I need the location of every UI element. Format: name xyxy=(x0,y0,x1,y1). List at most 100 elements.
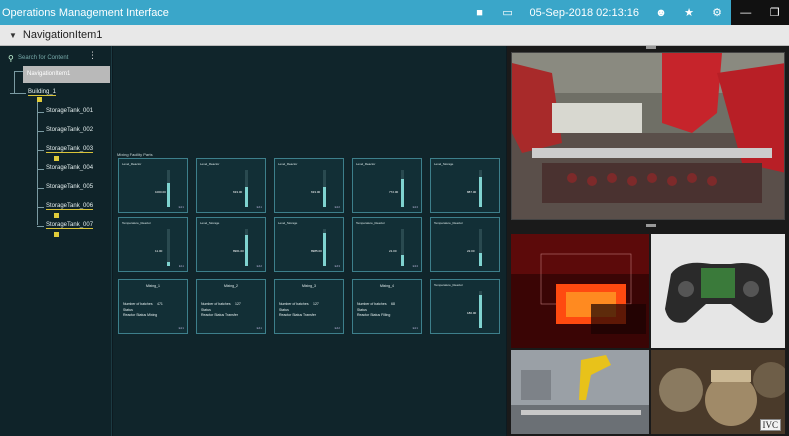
gauge-card[interactable]: Temperature_Reactor 11.00 E11 xyxy=(118,217,188,272)
search-icon: ⚲ xyxy=(8,53,14,63)
level-bar xyxy=(245,229,248,266)
status-value: Reactor Status Filling xyxy=(357,313,391,317)
gauge-name: Level_Reactor xyxy=(122,162,142,166)
controller-scene xyxy=(651,234,785,348)
gauge-name: Level_Reactor xyxy=(200,162,220,166)
app-title: Operations Management Interface xyxy=(2,6,169,19)
gauge-value: 180.00 xyxy=(467,311,477,315)
gauge-name: Temperature_Reactor xyxy=(122,221,152,225)
level-bar xyxy=(323,229,326,266)
batches-value: 127 xyxy=(235,302,241,306)
tree-item-tank[interactable]: StorageTank_002 xyxy=(46,127,93,133)
gauge-id: E43 xyxy=(334,264,340,268)
tree-item-selected[interactable]: NavigationItem1 xyxy=(23,66,110,83)
tree-item-tank[interactable]: StorageTank_006 xyxy=(46,203,94,210)
gauge-id: E24 xyxy=(412,205,418,209)
minimize-icon[interactable]: — xyxy=(740,7,751,19)
level-bar xyxy=(401,229,404,266)
tank-badge xyxy=(54,213,59,218)
tank-badge xyxy=(54,156,59,161)
tree-connector xyxy=(37,207,44,208)
mixer-card[interactable]: Mixing_4 Number of batches 68 Status Rea… xyxy=(352,279,422,334)
gauge-card[interactable]: Temperature_Reactor 21.00 E34 xyxy=(352,217,422,272)
tree-item-tank[interactable]: StorageTank_004 xyxy=(46,165,93,171)
video-feed-controller[interactable] xyxy=(651,234,785,348)
mixer-card[interactable]: Mixing_2 Number of batches 127 Status Re… xyxy=(196,279,266,334)
video-feed-thermal[interactable] xyxy=(511,234,649,348)
gauge-value: 633.00 xyxy=(233,190,243,194)
gauge-id: E21 xyxy=(178,205,184,209)
gear-icon[interactable]: ⚙ xyxy=(703,0,731,25)
gauge-card[interactable]: Level_Storage 8985.00 E43 xyxy=(274,217,344,272)
watermark-logo: IVC xyxy=(759,419,781,431)
gauge-id: E42 xyxy=(256,264,262,268)
user-icon[interactable]: ☻ xyxy=(647,0,675,25)
video-feed-machinery[interactable]: IVC xyxy=(651,350,785,434)
resize-handle[interactable] xyxy=(646,224,656,227)
gauge-id: E11 xyxy=(178,264,184,268)
level-bar xyxy=(323,170,326,207)
robot-arm-scene xyxy=(511,350,649,434)
level-fill xyxy=(479,294,482,328)
mixer-card[interactable]: Mixing_1 Number of batches 471 Status Re… xyxy=(118,279,188,334)
star-icon[interactable]: ★ xyxy=(675,0,703,25)
gauge-value: 1000.00 xyxy=(155,190,166,194)
chevron-down-icon[interactable]: ▼ xyxy=(0,31,23,40)
search-box[interactable]: ⚲ Search for Content ⋮ xyxy=(8,50,98,64)
status-label: Status xyxy=(279,308,289,312)
video-wall: IVC xyxy=(507,46,789,436)
status-label: Status xyxy=(123,308,133,312)
breadcrumb[interactable]: NavigationItem1 xyxy=(23,29,103,41)
gauge-card[interactable]: Level_Reactor 633.00 E22 xyxy=(274,158,344,213)
level-fill xyxy=(479,253,482,266)
status-label: Status xyxy=(201,308,211,312)
tree-item-building[interactable]: Building_1 xyxy=(28,89,57,96)
gauge-value: 21.00 xyxy=(389,249,397,253)
tree-connector xyxy=(14,71,15,93)
gauge-id: E22 xyxy=(334,205,340,209)
tree-item-tank[interactable]: StorageTank_007 xyxy=(46,222,94,229)
gauge-card[interactable]: Level_Reactor 633.00 E41 xyxy=(196,158,266,213)
level-bar xyxy=(245,170,248,207)
batches-label: Number of batches xyxy=(357,302,387,306)
tree-item-tank[interactable]: StorageTank_005 xyxy=(46,184,93,190)
restore-icon[interactable]: ❐ xyxy=(770,6,780,19)
level-bar xyxy=(167,170,170,207)
status-value: Reactor Status Transfer xyxy=(201,313,238,317)
search-input[interactable]: Search for Content xyxy=(18,55,68,61)
tree-item-tank[interactable]: StorageTank_003 xyxy=(46,146,94,153)
robot-scene xyxy=(512,53,784,219)
level-fill xyxy=(401,179,404,207)
batches-value: 68 xyxy=(391,302,395,306)
level-bar xyxy=(479,229,482,266)
tree-item-tank[interactable]: StorageTank_001 xyxy=(46,108,93,114)
mixer-id: E42 xyxy=(334,326,340,330)
video-feed-robot-arm[interactable] xyxy=(511,350,649,434)
tank-badge xyxy=(54,232,59,237)
monitor-icon[interactable]: ▭ xyxy=(494,0,522,25)
gauge-value: 887.00 xyxy=(467,190,477,194)
camera-icon[interactable]: ■ xyxy=(466,0,494,25)
gauge-name: Temperature_Reactor xyxy=(434,283,464,287)
batches-value: 471 xyxy=(157,302,163,306)
resize-handle[interactable] xyxy=(646,46,656,49)
level-fill xyxy=(479,176,482,207)
tree-connector xyxy=(37,112,44,113)
level-fill xyxy=(401,254,404,266)
mixer-card[interactable]: Mixing_3 Number of batches 127 Status Re… xyxy=(274,279,344,334)
batches-value: 127 xyxy=(313,302,319,306)
gauge-name: Level_Storage xyxy=(278,221,298,225)
status-value: Reactor Status Mixing xyxy=(123,313,158,317)
gauge-card[interactable]: Level_Reactor 1000.00 E21 xyxy=(118,158,188,213)
level-fill xyxy=(167,182,170,207)
gauge-card[interactable]: Level_Reactor 772.00 E24 xyxy=(352,158,422,213)
gauge-card[interactable]: Level_Storage 887.00 xyxy=(430,158,500,213)
level-bar xyxy=(479,291,482,328)
more-options-icon[interactable]: ⋮ xyxy=(88,50,97,61)
video-feed-robots[interactable] xyxy=(511,52,785,220)
gauge-card[interactable]: Temperature_Reactor 22.00 xyxy=(430,217,500,272)
gauge-card[interactable]: Temperature_Reactor 180.00 xyxy=(430,279,500,334)
tree-connector xyxy=(37,226,44,227)
gauge-card[interactable]: Level_Storage 8961.00 E42 xyxy=(196,217,266,272)
dashboard-panel: Mixing Facility Parts Level_Reactor 1000… xyxy=(113,46,506,436)
